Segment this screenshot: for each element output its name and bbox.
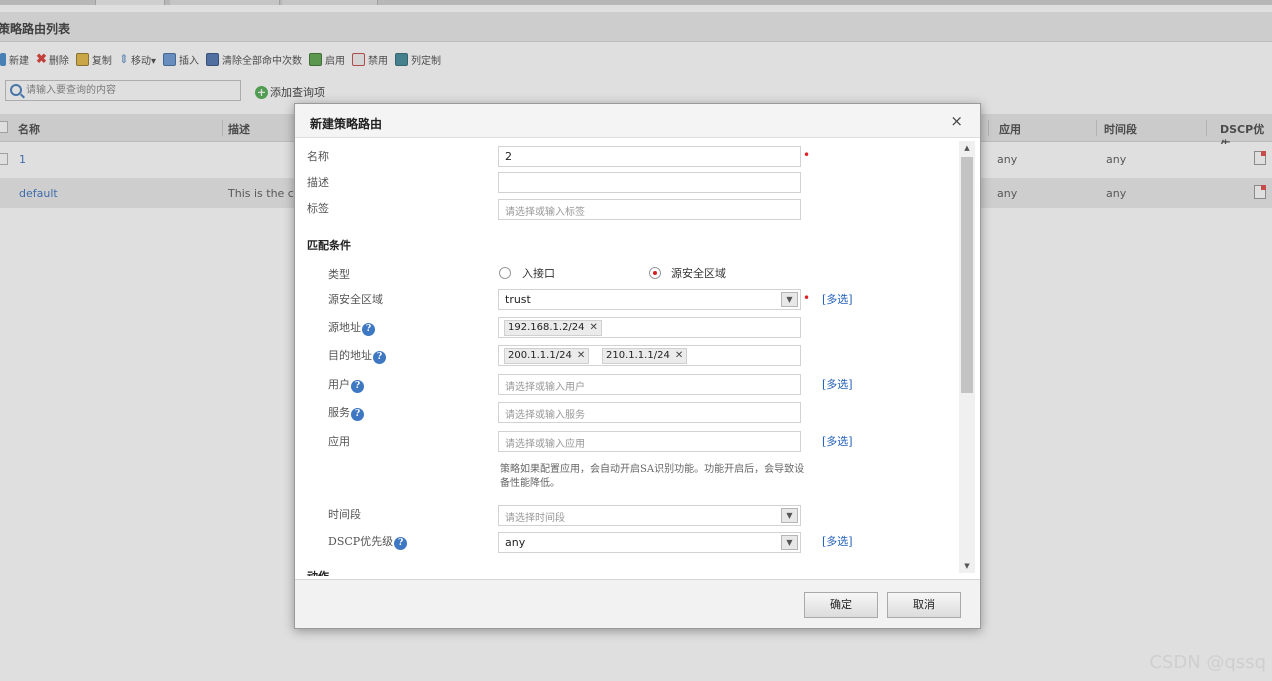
multi-select-link[interactable]: [多选] [822, 533, 853, 549]
src-addr-label: 源地址? [328, 319, 375, 336]
dst-addr-label-text: 目的地址 [328, 349, 372, 362]
app-note: 策略如果配置应用，会自动开启SA识别功能。功能开启后，会导致设备性能降低。 [500, 464, 805, 489]
help-icon[interactable]: ? [351, 408, 364, 421]
name-value: 2 [505, 150, 512, 163]
service-label-text: 服务 [328, 406, 350, 419]
scroll-up-icon[interactable]: ▲ [959, 141, 975, 155]
chevron-down-icon[interactable]: ▼ [781, 292, 798, 307]
app-placeholder: 请选择或输入应用 [505, 439, 585, 450]
tag-placeholder: 请选择或输入标签 [505, 207, 585, 218]
dst-addr-input[interactable]: 200.1.1.1/24 ✕ 210.1.1.1/24 ✕ [498, 345, 801, 366]
dscp-select[interactable]: any ▼ [498, 532, 801, 553]
dscp-value: any [505, 536, 526, 549]
user-label: 用户? [328, 376, 364, 393]
required-mark: • [803, 148, 811, 162]
scroll-down-icon[interactable]: ▼ [959, 559, 975, 573]
user-label-text: 用户 [328, 378, 350, 391]
service-label: 服务? [328, 404, 364, 421]
radio-interface-label[interactable]: 入接口 [522, 265, 555, 281]
src-zone-select[interactable]: trust ▼ [498, 289, 801, 310]
help-icon[interactable]: ? [394, 537, 408, 550]
time-select[interactable]: 请选择时间段 ▼ [498, 505, 801, 526]
match-section-title: 匹配条件 [307, 239, 351, 252]
chevron-down-icon[interactable]: ▼ [781, 508, 798, 523]
ok-button[interactable]: 确定 [804, 592, 878, 618]
src-addr-label-text: 源地址 [328, 321, 361, 334]
dscp-label-text: DSCP优先级 [328, 535, 394, 548]
type-label: 类型 [328, 268, 350, 281]
dialog-header: 新建策略路由 × [295, 104, 980, 138]
dialog-footer: 确定 取消 [295, 579, 980, 628]
dialog-title: 新建策略路由 [310, 117, 383, 131]
chevron-down-icon[interactable]: ▼ [781, 535, 798, 550]
radio-src-zone-label[interactable]: 源安全区域 [671, 265, 726, 281]
tag-label: 标签 [307, 202, 329, 215]
close-icon[interactable]: × [950, 112, 963, 130]
remove-tag-icon[interactable]: ✕ [590, 322, 598, 333]
action-section-title: 动作 [307, 568, 329, 576]
name-label: 名称 [307, 150, 329, 163]
dst-addr-label: 目的地址? [328, 347, 386, 364]
new-policy-route-dialog: 新建策略路由 × 名称 2 • 描述 标签 请选择或输入标签 匹配条件 类型 入… [294, 103, 981, 629]
src-zone-label: 源安全区域 [328, 293, 383, 306]
multi-select-link[interactable]: [多选] [822, 376, 853, 392]
remove-tag-icon[interactable]: ✕ [577, 350, 585, 361]
src-addr-input[interactable]: 192.168.1.2/24 ✕ [498, 317, 801, 338]
multi-select-link[interactable]: [多选] [822, 291, 853, 307]
desc-input[interactable] [498, 172, 801, 193]
help-icon[interactable]: ? [373, 351, 386, 364]
radio-src-zone[interactable] [649, 267, 661, 279]
scroll-thumb[interactable] [961, 157, 973, 393]
tag-text: 200.1.1.1/24 [508, 350, 572, 361]
dst-addr-tag: 210.1.1.1/24 ✕ [602, 348, 688, 364]
help-icon[interactable]: ? [351, 380, 364, 393]
dscp-label: DSCP优先级? [328, 533, 408, 550]
time-label: 时间段 [328, 508, 361, 521]
remove-tag-icon[interactable]: ✕ [675, 350, 683, 361]
radio-interface[interactable] [499, 267, 511, 279]
dialog-body: 名称 2 • 描述 标签 请选择或输入标签 匹配条件 类型 入接口 源安全区域 … [295, 139, 980, 576]
dst-addr-tag: 200.1.1.1/24 ✕ [504, 348, 590, 364]
app-input[interactable]: 请选择或输入应用 [498, 431, 801, 452]
tag-text: 210.1.1.1/24 [606, 350, 670, 361]
app-label: 应用 [328, 435, 350, 448]
watermark: CSDN @qssq [1149, 652, 1266, 673]
cancel-button[interactable]: 取消 [887, 592, 961, 618]
tag-input[interactable]: 请选择或输入标签 [498, 199, 801, 220]
time-placeholder: 请选择时间段 [505, 513, 565, 524]
service-input[interactable]: 请选择或输入服务 [498, 402, 801, 423]
src-addr-tag: 192.168.1.2/24 ✕ [504, 320, 602, 336]
help-icon[interactable]: ? [362, 323, 375, 336]
required-mark: • [803, 291, 811, 305]
service-placeholder: 请选择或输入服务 [505, 410, 585, 421]
user-input[interactable]: 请选择或输入用户 [498, 374, 801, 395]
multi-select-link[interactable]: [多选] [822, 433, 853, 449]
user-placeholder: 请选择或输入用户 [505, 382, 585, 393]
tag-text: 192.168.1.2/24 [508, 322, 585, 333]
src-zone-value: trust [505, 293, 531, 306]
dialog-scrollbar[interactable]: ▲ ▼ [959, 141, 975, 573]
name-input[interactable]: 2 [498, 146, 801, 167]
desc-label: 描述 [307, 176, 329, 189]
